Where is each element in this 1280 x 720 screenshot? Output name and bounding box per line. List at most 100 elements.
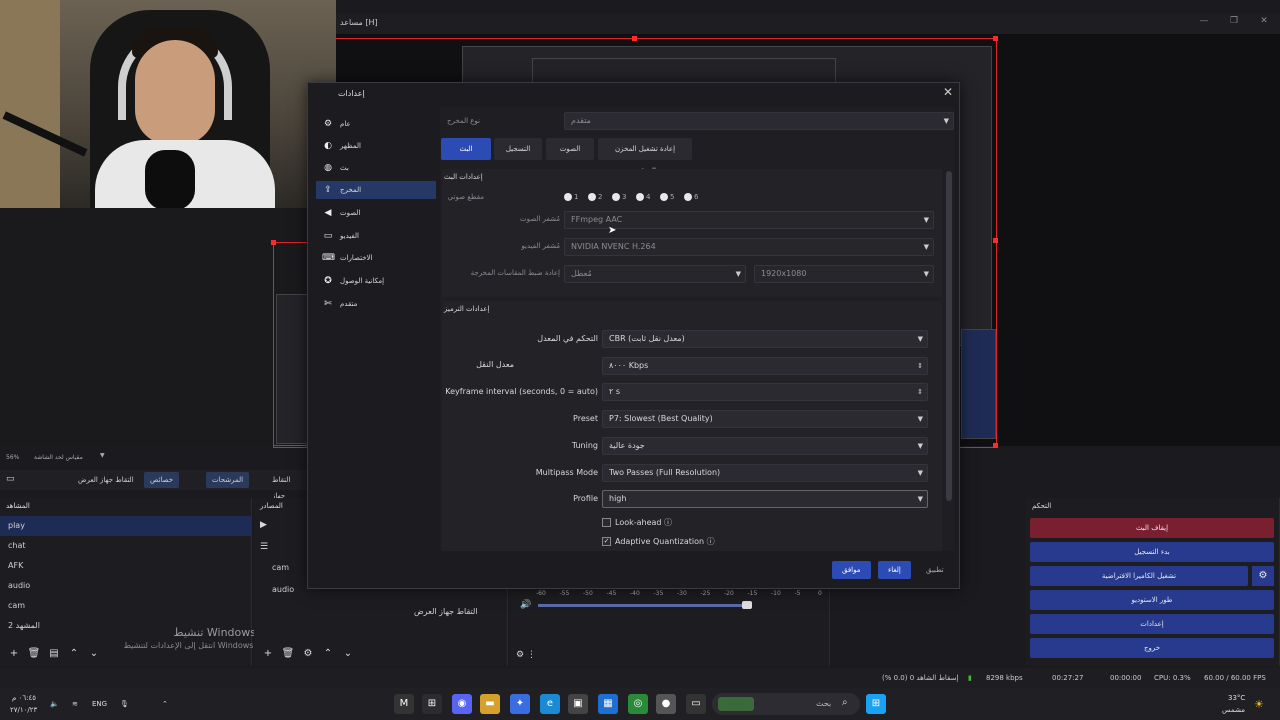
lookahead-checkbox[interactable]: Look-ahead ⓘ xyxy=(602,517,672,528)
search-box[interactable]: بحث ⌕ xyxy=(712,693,860,715)
track-radio-6[interactable]: 6 xyxy=(684,193,698,201)
exit-button[interactable]: خروج xyxy=(1030,638,1274,658)
start-recording-button[interactable]: بدء التسجيل xyxy=(1030,542,1274,562)
rescale-select[interactable]: مُعطل ▼ xyxy=(564,265,746,283)
mic-icon[interactable]: 🎙 xyxy=(120,700,129,708)
folder-icon[interactable]: ▬ xyxy=(480,694,500,714)
tab-filters[interactable]: المرشحات xyxy=(206,472,250,488)
preset-select[interactable]: P7: Slowest (Best Quality) ▼ xyxy=(602,410,928,428)
track-radio-5[interactable]: 5 xyxy=(660,193,674,201)
scene-item[interactable]: play xyxy=(0,516,251,536)
delete-scene-icon[interactable]: 🗑 xyxy=(24,648,44,659)
scene-item[interactable]: AFK xyxy=(0,556,251,576)
ok-button[interactable]: موافق xyxy=(832,561,871,579)
tab-display-capture[interactable]: التقاط جهاز العرض xyxy=(72,472,140,488)
gear-icon[interactable]: ⚙ xyxy=(516,650,524,660)
chrome-icon[interactable]: ◎ xyxy=(628,694,648,714)
sidebar-item-appearance[interactable]: ◐ المظهر xyxy=(316,137,436,155)
weather-temp[interactable]: 33°C xyxy=(1228,694,1245,702)
tab-audio[interactable]: الصوت xyxy=(546,138,594,160)
zoom-dropdown-icon[interactable]: ▼ xyxy=(100,452,105,459)
settings-scrollbar[interactable] xyxy=(946,171,952,501)
volume-slider[interactable] xyxy=(538,604,748,607)
clock-time[interactable]: ٠٦:٤٥ م xyxy=(12,694,36,702)
scene-item[interactable]: chat xyxy=(0,536,251,556)
app-icon[interactable]: M xyxy=(394,694,414,714)
output-mode-select[interactable]: متقدم ▼ xyxy=(564,112,954,130)
help-icon[interactable]: ⓘ xyxy=(664,518,672,527)
source-item[interactable]: التقاط جهاز العرض xyxy=(254,602,507,622)
spinner-icon[interactable]: ⇕ xyxy=(917,358,923,374)
minimize-button[interactable]: — xyxy=(1188,14,1220,28)
gear-icon[interactable]: ⚙ xyxy=(1252,566,1274,586)
more-icon[interactable]: ⋮ xyxy=(527,650,536,660)
volume-icon[interactable]: 🔈 xyxy=(50,700,59,708)
sidebar-item-accessibility[interactable]: ✪ إمكانية الوصول xyxy=(316,272,436,290)
settings-button[interactable]: إعدادات xyxy=(1030,614,1274,634)
virtual-camera-button[interactable]: تشغيل الكاميرا الافتراضية xyxy=(1030,566,1248,586)
sun-icon[interactable]: ☀ xyxy=(1254,698,1264,711)
help-icon[interactable]: ⓘ xyxy=(707,537,715,546)
copilot-icon[interactable]: ✦ xyxy=(510,694,530,714)
speaker-icon[interactable]: 🔊 xyxy=(520,600,531,610)
obs-icon[interactable]: ● xyxy=(656,694,676,714)
tab-recording[interactable]: التسجيل xyxy=(494,138,542,160)
widgets-icon[interactable]: ▦ xyxy=(598,694,618,714)
sidebar-item-hotkeys[interactable]: ⌨ الاختصارات xyxy=(316,249,436,267)
profile-select[interactable]: high ▼ xyxy=(602,490,928,508)
scene-item[interactable]: audio xyxy=(0,576,251,596)
tab-properties[interactable]: خصائص xyxy=(144,472,180,488)
stop-stream-button[interactable]: إيقاف البث xyxy=(1030,518,1274,538)
track-radio-2[interactable]: 2 xyxy=(588,193,602,201)
zoom-mode[interactable]: مقياس لحد الشاشة xyxy=(34,454,83,461)
chevron-up-icon[interactable]: ⌃ xyxy=(162,700,168,708)
multipass-select[interactable]: Two Passes (Full Resolution) ▼ xyxy=(602,464,928,482)
weather-desc[interactable]: مشمس xyxy=(1222,706,1245,714)
tab-replay-buffer[interactable]: إعادة تشغيل المخزن المؤقت xyxy=(598,138,692,175)
apply-button[interactable]: تطبيق xyxy=(916,561,954,579)
adaptive-quant-checkbox[interactable]: ✓ Adaptive Quantization ⓘ xyxy=(602,536,715,547)
rate-control-select[interactable]: CBR (معدل نقل ثابت) ▼ xyxy=(602,330,928,348)
video-encoder-select[interactable]: NVIDIA NVENC H.264 ▼ xyxy=(564,238,934,256)
audio-encoder-select[interactable]: FFmpeg AAC ▼ xyxy=(564,211,934,229)
cancel-button[interactable]: إلغاء xyxy=(878,561,911,579)
studio-mode-button[interactable]: طور الاستوديو xyxy=(1030,590,1274,610)
volume-handle[interactable] xyxy=(742,601,752,609)
edge-icon[interactable]: e xyxy=(540,694,560,714)
tuning-select[interactable]: جودة عالية ▼ xyxy=(602,437,928,455)
bitrate-input[interactable]: ٨٠٠٠ Kbps ⇕ xyxy=(602,357,928,375)
store-icon[interactable]: ▣ xyxy=(568,694,588,714)
add-source-icon[interactable]: + xyxy=(258,648,278,659)
window-icon[interactable]: ▭ xyxy=(686,694,706,714)
language-indicator[interactable]: ENG xyxy=(92,700,107,708)
tab-display-capture-2[interactable]: التقاط جهاز العرض xyxy=(266,472,310,516)
track-radio-4[interactable]: 4 xyxy=(636,193,650,201)
app-icon[interactable]: ⊞ xyxy=(422,694,442,714)
sidebar-item-video[interactable]: ▭ الفيديو xyxy=(316,227,436,245)
keyframe-input[interactable]: ٢ s ⇕ xyxy=(602,383,928,401)
close-window-button[interactable]: ✕ xyxy=(1248,14,1280,28)
track-radio-3[interactable]: 3 xyxy=(612,193,626,201)
maximize-button[interactable]: ❐ xyxy=(1218,14,1250,28)
start-icon[interactable]: ⊞ xyxy=(866,694,886,714)
tab-stream[interactable]: البث xyxy=(441,138,491,160)
move-up-icon[interactable]: ⌃ xyxy=(64,648,84,659)
move-down-icon[interactable]: ⌄ xyxy=(338,648,358,659)
scene-item[interactable]: cam xyxy=(0,596,251,616)
close-icon[interactable]: ✕ xyxy=(943,85,953,99)
sidebar-item-advanced[interactable]: ✄ متقدم xyxy=(316,295,436,313)
wifi-icon[interactable]: ≋ xyxy=(72,700,78,708)
filter-icon[interactable]: ▤ xyxy=(44,648,64,659)
spinner-icon[interactable]: ⇕ xyxy=(917,384,923,400)
rescale-resolution-select[interactable]: 1920x1080 ▼ xyxy=(754,265,934,283)
delete-source-icon[interactable]: 🗑 xyxy=(278,648,298,659)
track-radio-1[interactable]: 1 xyxy=(564,193,578,201)
sidebar-item-stream[interactable]: ◍ بث xyxy=(316,159,436,177)
add-scene-icon[interactable]: + xyxy=(4,648,24,659)
sidebar-item-audio[interactable]: ◀ الصوت xyxy=(316,204,436,222)
discord-icon[interactable]: ◉ xyxy=(452,694,472,714)
clock-date[interactable]: ٢٧/١٠/٢٣ xyxy=(10,706,37,714)
sidebar-item-output[interactable]: ⇪ المخرج xyxy=(316,181,436,199)
gear-icon[interactable]: ⚙ xyxy=(298,648,318,659)
move-up-icon[interactable]: ⌃ xyxy=(318,648,338,659)
